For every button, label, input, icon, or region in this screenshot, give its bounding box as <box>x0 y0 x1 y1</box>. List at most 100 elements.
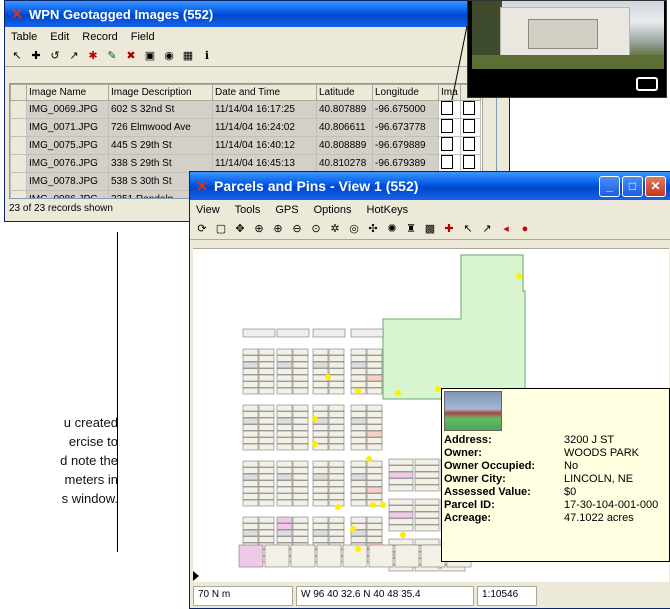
parcel[interactable] <box>276 480 293 487</box>
parcel[interactable] <box>242 499 259 507</box>
arrow-icon[interactable]: ◂ <box>498 222 514 238</box>
parcel[interactable] <box>350 460 367 468</box>
parcel[interactable] <box>312 493 329 500</box>
parcel[interactable] <box>350 536 367 543</box>
parcel[interactable] <box>258 486 275 494</box>
parcel[interactable] <box>242 411 259 418</box>
parcel[interactable] <box>328 348 345 356</box>
parcel[interactable] <box>350 417 367 425</box>
parcel[interactable] <box>350 467 367 474</box>
parcel[interactable] <box>350 493 367 500</box>
parcel[interactable] <box>258 437 275 444</box>
parcel[interactable] <box>242 404 259 412</box>
parcel[interactable] <box>350 473 367 481</box>
row-select-box[interactable] <box>10 190 27 198</box>
parcel[interactable] <box>292 486 309 494</box>
parcel[interactable] <box>328 493 345 500</box>
parcel[interactable] <box>414 484 440 492</box>
parcel[interactable] <box>312 480 329 487</box>
parcel[interactable] <box>290 544 316 568</box>
parcel[interactable] <box>388 498 414 506</box>
parcel[interactable] <box>276 368 293 375</box>
redraw-icon[interactable]: ⟳ <box>194 222 210 238</box>
menu-edit[interactable]: Edit <box>50 31 69 43</box>
parcel[interactable] <box>242 536 259 543</box>
parcel[interactable] <box>312 355 329 362</box>
cell-date-time[interactable]: 11/14/04 16:45:13 <box>212 154 317 173</box>
parcel[interactable] <box>366 424 383 431</box>
parcel[interactable] <box>264 544 290 568</box>
parcel[interactable] <box>312 361 329 369</box>
parcel[interactable] <box>276 381 293 388</box>
cell-latitude[interactable]: 40.810278 <box>316 154 373 173</box>
parcel[interactable] <box>292 493 309 500</box>
parcel[interactable] <box>366 381 383 388</box>
parcel[interactable] <box>276 443 293 451</box>
parcel[interactable] <box>258 473 275 481</box>
settings-icon[interactable]: ✺ <box>384 222 400 238</box>
photo-pin[interactable] <box>380 502 386 508</box>
parcel[interactable] <box>258 460 275 468</box>
parcel[interactable] <box>242 424 259 431</box>
parcel[interactable] <box>276 437 293 444</box>
parcel[interactable] <box>414 511 440 519</box>
parcel[interactable] <box>292 374 309 382</box>
cell-date-time[interactable]: 11/14/04 16:17:25 <box>212 100 317 119</box>
parcel[interactable] <box>292 437 309 444</box>
row-select-box[interactable] <box>10 136 27 155</box>
parcel[interactable] <box>292 348 309 356</box>
parcel[interactable] <box>292 387 309 395</box>
parcel[interactable] <box>312 523 329 530</box>
zoom-previous-icon[interactable]: ⊙ <box>308 222 324 238</box>
header-longitude[interactable]: Longitude <box>372 84 439 101</box>
parcel[interactable] <box>366 480 383 487</box>
parcel[interactable] <box>388 478 414 485</box>
parcel[interactable] <box>366 516 383 524</box>
row-select-box[interactable] <box>10 118 27 137</box>
parcel[interactable] <box>366 523 383 530</box>
parcel[interactable] <box>388 538 414 546</box>
parcel[interactable] <box>312 381 329 388</box>
parcel[interactable] <box>366 374 383 382</box>
parcel[interactable] <box>388 458 414 466</box>
parcel[interactable] <box>350 361 367 369</box>
parcel[interactable] <box>328 387 345 395</box>
parcel[interactable] <box>328 424 345 431</box>
parcel[interactable] <box>258 374 275 382</box>
parcel[interactable] <box>242 361 259 369</box>
parcel[interactable] <box>242 355 259 362</box>
header-image-description[interactable]: Image Description <box>108 84 213 101</box>
parcel[interactable] <box>242 480 259 487</box>
parcel[interactable] <box>350 355 367 362</box>
parcel[interactable] <box>242 516 259 524</box>
pointer-icon[interactable]: ↗ <box>66 49 82 65</box>
parcel[interactable] <box>388 484 414 492</box>
parcel[interactable] <box>414 478 440 485</box>
cell-image-description[interactable]: 726 Elmwood Ave <box>108 118 213 137</box>
photo-pin[interactable] <box>395 390 401 396</box>
image-attachment-icon[interactable] <box>462 119 475 133</box>
parcel[interactable] <box>350 348 367 356</box>
cell-image[interactable] <box>438 118 461 137</box>
parcel[interactable] <box>366 417 383 425</box>
parcel[interactable] <box>350 516 367 524</box>
parcel[interactable] <box>292 430 309 438</box>
parcel[interactable] <box>258 348 275 356</box>
parcel[interactable] <box>328 473 345 481</box>
parcel[interactable] <box>276 417 293 425</box>
cell-date-time[interactable]: 11/14/04 16:40:12 <box>212 136 317 155</box>
parcel[interactable] <box>292 355 309 362</box>
add-record-icon[interactable]: ✱ <box>85 49 101 65</box>
parcel[interactable] <box>328 529 345 537</box>
parcel[interactable] <box>242 460 259 468</box>
image-attachment-icon[interactable] <box>441 155 453 169</box>
photo-pin[interactable] <box>400 532 406 538</box>
header-date-time[interactable]: Date and Time <box>212 84 317 101</box>
parcel[interactable] <box>258 424 275 431</box>
hotkey-icon[interactable]: ✣ <box>365 222 381 238</box>
binoculars-icon[interactable]: ♜ <box>403 222 419 238</box>
parcel[interactable] <box>366 529 383 537</box>
parcel[interactable] <box>258 516 275 524</box>
parcel[interactable] <box>312 368 329 375</box>
parcel[interactable] <box>388 465 414 472</box>
